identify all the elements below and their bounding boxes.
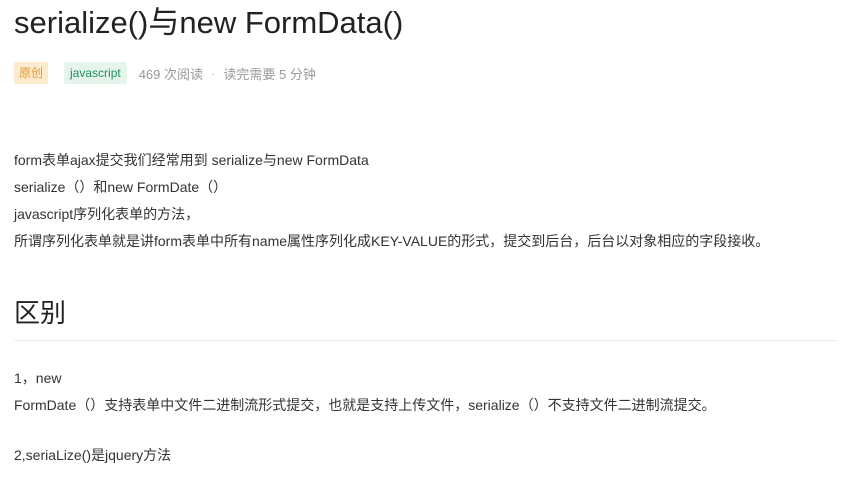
intro-line: serialize（）和new FormDate（） (14, 179, 228, 195)
read-time: 读完需要 5 分钟 (223, 66, 316, 82)
difference-line: 2,seriaLize()是jquery方法 (14, 447, 172, 463)
meta-separator: · (211, 65, 216, 81)
original-badge: 原创 (14, 62, 49, 84)
difference-line: FormDate（）支持表单中文件二进制流形式提交，也就是支持上传文件，seri… (14, 397, 716, 413)
article-title: serialize()与new FormData() (14, 5, 404, 40)
view-count: 469 次阅读 (138, 66, 204, 82)
difference-item-2: 2,seriaLize()是jquery方法 (14, 442, 171, 469)
article-intro: form表单ajax提交我们经常用到 serialize与new FormDat… (14, 147, 838, 255)
intro-line: 所谓序列化表单就是讲form表单中所有name属性序列化成KEY-VALUE的形… (14, 233, 770, 249)
intro-line: form表单ajax提交我们经常用到 serialize与new FormDat… (14, 152, 369, 168)
difference-line: 1，new (14, 370, 62, 386)
tag-javascript[interactable]: javascript (64, 62, 127, 84)
section-heading: 区别 (14, 293, 838, 341)
difference-list: 1，new FormDate（）支持表单中文件二进制流形式提交，也就是支持上传文… (14, 365, 838, 419)
intro-line: javascript序列化表单的方法， (14, 206, 200, 222)
article-meta: 原创 javascript 469 次阅读 · 读完需要 5 分钟 (14, 62, 316, 84)
